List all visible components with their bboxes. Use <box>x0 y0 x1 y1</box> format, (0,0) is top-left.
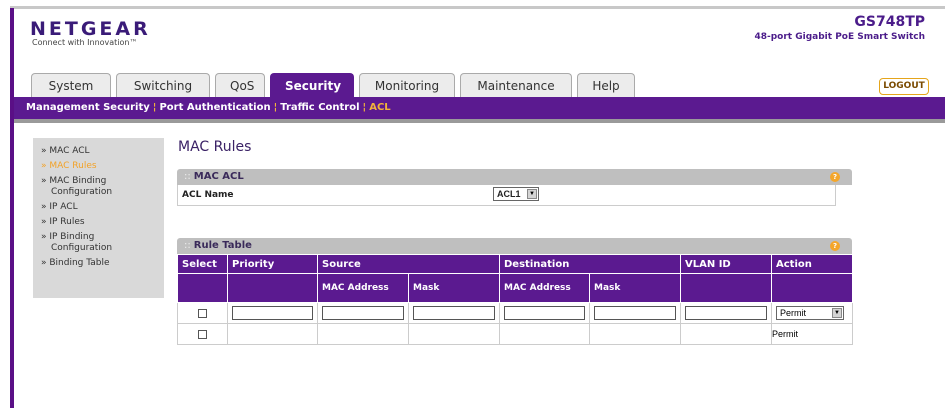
vlan-id-cell <box>680 323 772 345</box>
acl-name-label: ACL Name <box>182 190 234 200</box>
sidebar-item-mac-acl[interactable]: » MAC ACL <box>33 144 164 159</box>
tab-switching[interactable]: Switching <box>116 73 210 97</box>
destination-mac-cell <box>499 323 590 345</box>
acl-name-select[interactable]: ACL1 ▼ <box>493 187 539 201</box>
tab-help[interactable]: Help <box>577 73 635 97</box>
sidebar-item-label: » IP Binding <box>41 232 95 242</box>
tab-qos[interactable]: QoS <box>215 73 265 97</box>
subnav-underline <box>14 119 945 123</box>
acl-name-row: ACL Name ACL1 ▼ <box>177 185 836 206</box>
mac-acl-title: MAC ACL <box>193 171 244 182</box>
sidebar-item-mac-binding-configuration[interactable]: » MAC Binding Configuration <box>33 174 164 200</box>
column-header-select: Select <box>177 254 228 274</box>
vlan-id-input[interactable] <box>685 306 767 320</box>
action-cell: Permit <box>771 323 853 345</box>
column-subheader-empty <box>227 273 318 303</box>
model-description: 48-port Gigabit PoE Smart Switch <box>754 32 925 42</box>
column-header-action: Action <box>771 254 853 274</box>
priority-cell <box>227 302 318 324</box>
source-mask-cell <box>408 323 500 345</box>
sidebar: » MAC ACL » MAC Rules » MAC Binding Conf… <box>33 138 164 298</box>
help-icon[interactable]: ? <box>830 172 840 182</box>
table-header-row: Select Priority Source Destination VLAN … <box>177 254 853 274</box>
source-mac-input[interactable] <box>322 306 404 320</box>
destination-mask-input[interactable] <box>594 306 676 320</box>
netgear-logo: NETGEAR <box>30 18 151 40</box>
acl-name-value: ACL1 <box>497 189 521 199</box>
sidebar-item-mac-rules[interactable]: » MAC Rules <box>33 159 164 174</box>
select-cell <box>177 302 228 324</box>
model-name: GS748TP <box>854 14 925 30</box>
column-subheader-source-mac: MAC Address <box>317 273 409 303</box>
sidebar-item-ip-binding-configuration[interactable]: » IP Binding Configuration <box>33 230 164 256</box>
column-header-vlan-id: VLAN ID <box>680 254 772 274</box>
page-title: MAC Rules <box>178 139 252 155</box>
tab-security[interactable]: Security <box>270 73 354 97</box>
column-header-source: Source <box>317 254 500 274</box>
rule-table: Select Priority Source Destination VLAN … <box>177 254 853 345</box>
subnav-separator: ¦ <box>273 102 278 113</box>
chevron-down-icon: ▼ <box>832 308 842 318</box>
source-mac-cell <box>317 323 409 345</box>
top-border <box>10 6 945 9</box>
select-cell <box>177 323 228 345</box>
source-mac-cell <box>317 302 409 324</box>
main-tabs: System Switching QoS Security Monitoring… <box>31 73 635 97</box>
grip-icon: :: <box>184 171 191 182</box>
logout-button[interactable]: LOGOUT <box>879 78 929 95</box>
destination-mac-cell <box>499 302 590 324</box>
sidebar-item-binding-table[interactable]: » Binding Table <box>33 256 164 271</box>
column-subheader-empty <box>680 273 772 303</box>
column-subheader-destination-mac: MAC Address <box>499 273 590 303</box>
subnav-management-security[interactable]: Management Security <box>14 97 150 119</box>
tab-maintenance[interactable]: Maintenance <box>460 73 572 97</box>
mac-acl-panel: :: MAC ACL ? ACL Name ACL1 ▼ <box>177 169 852 206</box>
sidebar-item-label-line2: Configuration <box>51 187 113 197</box>
chevron-down-icon: ▼ <box>527 189 537 199</box>
sidebar-item-label: » MAC Binding <box>41 176 107 186</box>
grip-icon: :: <box>184 240 191 251</box>
subnav-separator: ¦ <box>362 102 367 113</box>
subnav-traffic-control[interactable]: Traffic Control <box>280 97 359 119</box>
subnav-acl[interactable]: ACL <box>369 97 390 119</box>
table-subheader-row: MAC Address Mask MAC Address Mask <box>177 273 853 303</box>
destination-mac-input[interactable] <box>504 306 585 320</box>
sidebar-item-ip-acl[interactable]: » IP ACL <box>33 200 164 215</box>
page-frame: NETGEAR Connect with Innovation™ GS748TP… <box>0 0 945 408</box>
sidebar-item-label-line2: Configuration <box>51 243 113 253</box>
destination-mask-cell <box>589 302 681 324</box>
table-row: Permit <box>177 323 853 345</box>
source-mask-cell <box>408 302 500 324</box>
subnav-separator: ¦ <box>152 102 157 113</box>
sub-navigation: Management Security ¦ Port Authentication ¦… <box>14 97 945 119</box>
sidebar-item-ip-rules[interactable]: » IP Rules <box>33 215 164 230</box>
column-subheader-source-mask: Mask <box>408 273 500 303</box>
column-header-destination: Destination <box>499 254 681 274</box>
column-header-priority: Priority <box>227 254 318 274</box>
vlan-id-cell <box>680 302 772 324</box>
column-subheader-empty <box>771 273 853 303</box>
tagline: Connect with Innovation™ <box>32 38 138 47</box>
action-select[interactable]: Permit ▼ <box>776 306 844 320</box>
rule-table-header: :: Rule Table ? <box>177 238 852 254</box>
select-all-checkbox[interactable] <box>198 308 207 318</box>
source-mask-input[interactable] <box>413 306 495 320</box>
subnav-port-authentication[interactable]: Port Authentication <box>159 97 270 119</box>
action-cell: Permit ▼ <box>771 302 853 324</box>
table-edit-row: Permit ▼ <box>177 302 853 324</box>
help-icon[interactable]: ? <box>830 241 840 251</box>
rule-table-panel: :: Rule Table ? Select Priority Source De… <box>177 238 853 345</box>
priority-input[interactable] <box>232 306 313 320</box>
action-select-value: Permit <box>780 308 807 318</box>
column-subheader-empty <box>177 273 228 303</box>
tab-monitoring[interactable]: Monitoring <box>359 73 455 97</box>
mac-acl-header: :: MAC ACL ? <box>177 169 852 185</box>
priority-cell <box>227 323 318 345</box>
left-border <box>10 8 14 408</box>
column-subheader-destination-mask: Mask <box>589 273 681 303</box>
destination-mask-cell <box>589 323 681 345</box>
row-checkbox[interactable] <box>198 329 207 339</box>
tab-system[interactable]: System <box>31 73 111 97</box>
rule-table-title: Rule Table <box>193 240 252 251</box>
